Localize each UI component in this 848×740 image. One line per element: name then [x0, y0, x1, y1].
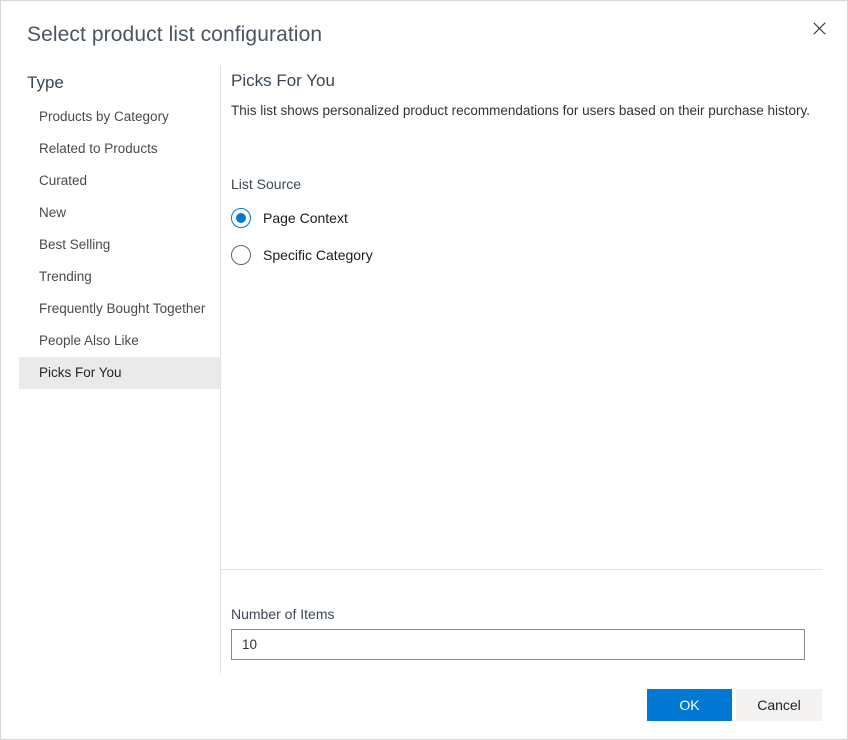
radio-unselected-icon [231, 245, 251, 265]
horizontal-divider [220, 569, 822, 570]
detail-title: Picks For You [231, 71, 335, 90]
dialog-footer: OK Cancel [1, 689, 847, 723]
type-item-picks-for-you[interactable]: Picks For You [19, 357, 220, 389]
cancel-button[interactable]: Cancel [736, 689, 822, 721]
list-source-label: List Source [231, 176, 302, 192]
dialog-title-bar: Select product list configuration [1, 1, 847, 59]
close-button[interactable] [797, 9, 841, 47]
radio-specific-category-label: Specific Category [263, 247, 373, 263]
type-item-people-also-like[interactable]: People Also Like [19, 325, 220, 357]
type-item-new[interactable]: New [19, 197, 220, 229]
number-of-items-input[interactable] [231, 629, 805, 660]
type-item-related-to-products[interactable]: Related to Products [19, 133, 220, 165]
type-item-trending[interactable]: Trending [19, 261, 220, 293]
vertical-divider [220, 66, 221, 673]
detail-description: This list shows personalized product rec… [231, 103, 811, 118]
type-list: Products by Category Related to Products… [19, 101, 220, 389]
type-item-best-selling[interactable]: Best Selling [19, 229, 220, 261]
radio-page-context[interactable]: Page Context [231, 204, 373, 232]
radio-selected-icon [231, 208, 251, 228]
radio-page-context-label: Page Context [263, 210, 348, 226]
ok-button[interactable]: OK [647, 689, 732, 721]
number-of-items-label: Number of Items [231, 606, 335, 622]
product-list-configuration-dialog: Select product list configuration Type P… [0, 0, 848, 740]
close-icon [812, 21, 826, 35]
type-item-frequently-bought-together[interactable]: Frequently Bought Together [19, 293, 220, 325]
type-item-products-by-category[interactable]: Products by Category [19, 101, 220, 133]
type-heading: Type [27, 73, 64, 92]
list-source-group: List Source Page Context Specific Catego… [231, 176, 373, 278]
dialog-title: Select product list configuration [27, 23, 323, 46]
type-item-curated[interactable]: Curated [19, 165, 220, 197]
radio-specific-category[interactable]: Specific Category [231, 241, 373, 269]
